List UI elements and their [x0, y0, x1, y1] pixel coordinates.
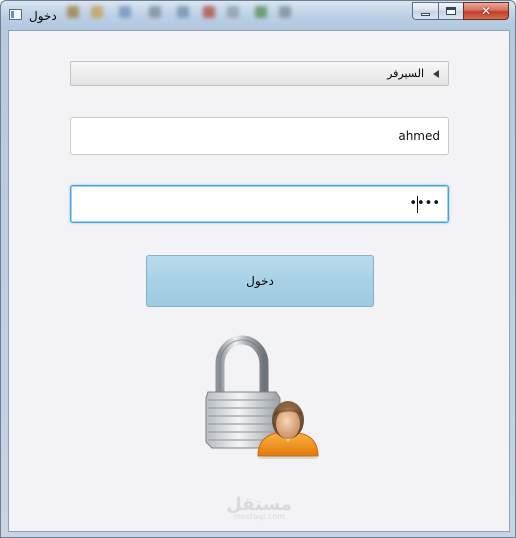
server-label: السيرفر	[387, 67, 424, 80]
login-panel: السيرفر ahmed •••• دخول مستقل mostaql.co…	[8, 30, 510, 532]
window-app-icon[interactable]	[9, 9, 22, 20]
watermark-domain: mostaql.com	[233, 512, 285, 521]
password-value: ••••	[409, 196, 440, 211]
lock-user-icon	[205, 335, 319, 459]
dropdown-arrow-icon[interactable]	[433, 70, 439, 78]
text-caret	[417, 196, 418, 213]
maximize-icon[interactable]	[438, 2, 463, 20]
username-field[interactable]: ahmed	[70, 117, 449, 155]
login-button[interactable]: دخول	[146, 255, 374, 307]
blurred-toolbar-background	[61, 4, 301, 22]
title-bar[interactable]: دخول	[1, 1, 515, 30]
server-dropdown[interactable]: السيرفر	[70, 61, 449, 86]
watermark: مستقل mostaql.com	[9, 494, 509, 521]
login-button-label: دخول	[246, 274, 274, 288]
password-field[interactable]: ••••	[70, 185, 449, 223]
username-value: ahmed	[398, 129, 440, 143]
app-window: دخول السيرفر ahmed ••••	[0, 0, 516, 538]
close-icon[interactable]	[463, 2, 509, 20]
window-title: دخول	[29, 9, 57, 23]
window-controls	[412, 2, 509, 21]
minimize-icon[interactable]	[412, 2, 438, 20]
